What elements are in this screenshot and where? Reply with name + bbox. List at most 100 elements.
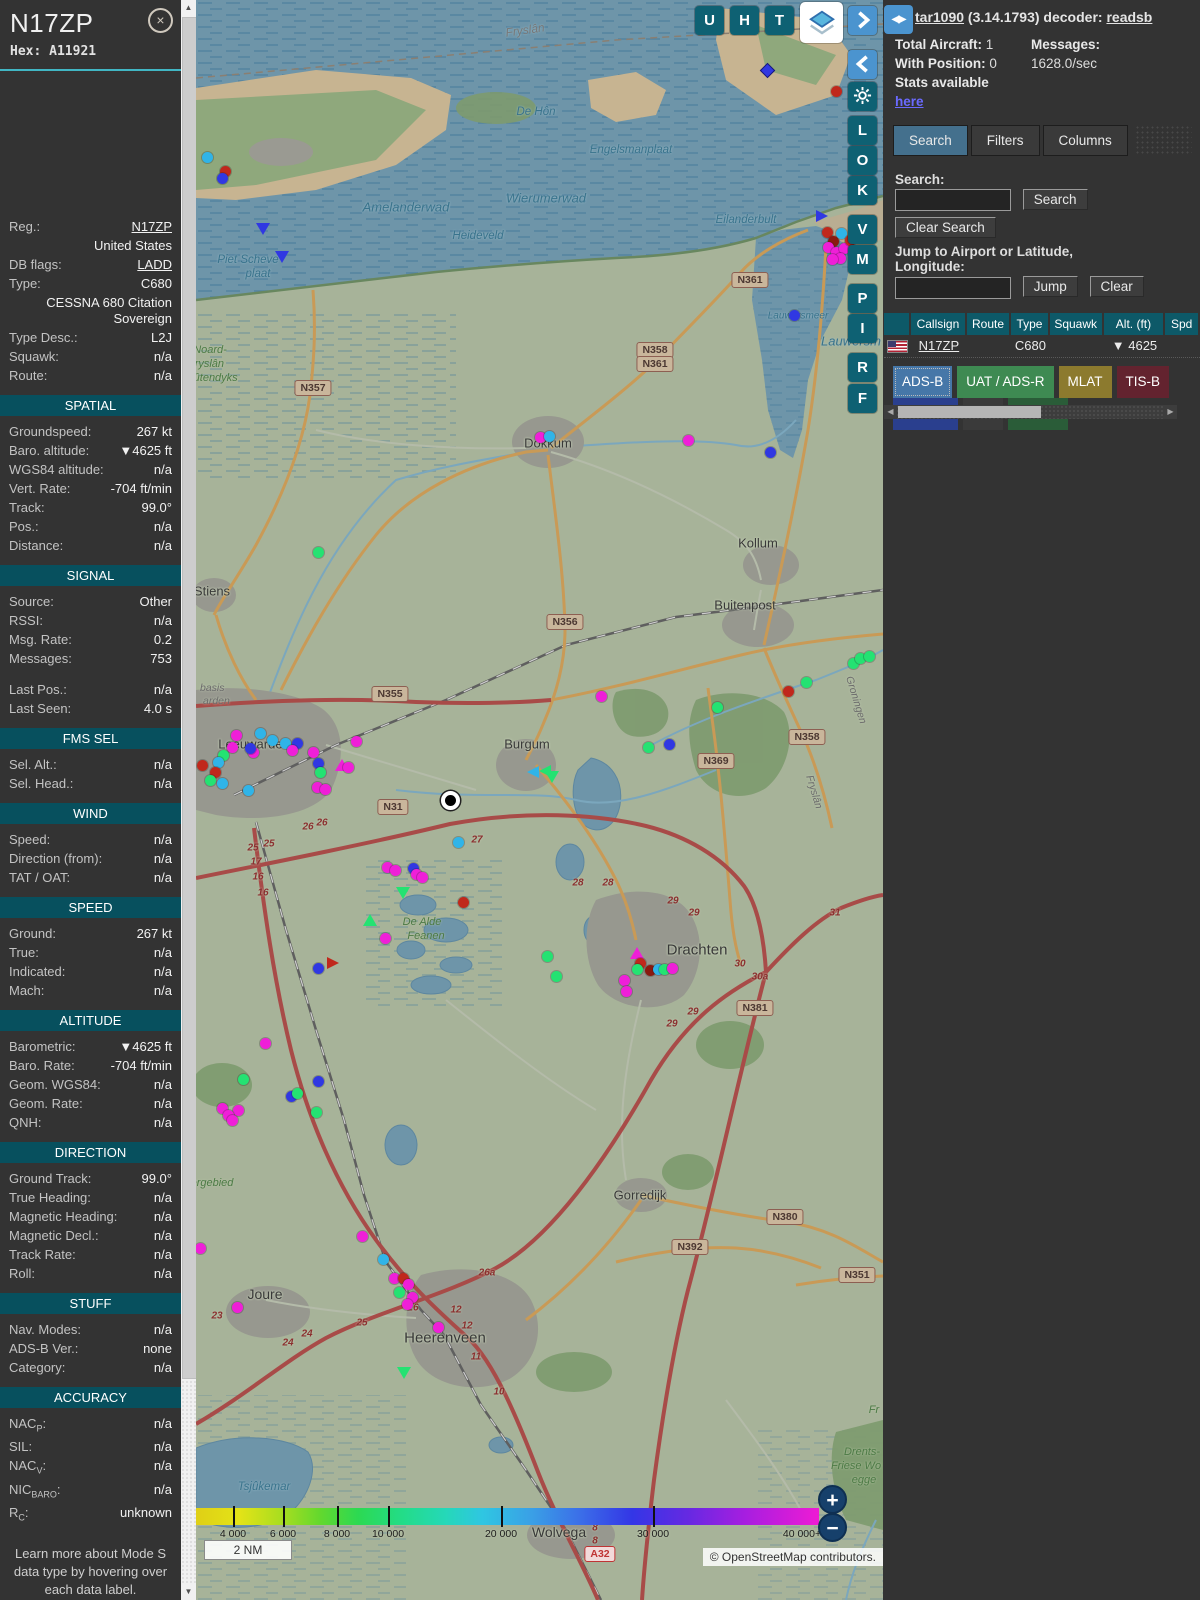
- aircraft-marker[interactable]: [378, 1254, 389, 1265]
- scrollbar-thumb[interactable]: [182, 17, 197, 1379]
- scroll-up-icon[interactable]: ▲: [181, 0, 196, 16]
- clear-search-button[interactable]: Clear Search: [895, 217, 996, 239]
- aircraft-table-row[interactable]: N17ZP C680 ▼ 4625: [884, 335, 1200, 358]
- aircraft-table-header[interactable]: Callsign Route Type Squawk Alt. (ft) Spd: [884, 312, 1200, 335]
- aircraft-marker[interactable]: [320, 784, 331, 795]
- aircraft-marker[interactable]: [527, 766, 539, 778]
- tab-filters[interactable]: Filters: [970, 125, 1040, 156]
- aircraft-marker[interactable]: [816, 210, 828, 222]
- aircraft-marker[interactable]: [621, 986, 632, 997]
- badge-ads-b[interactable]: ADS-B: [893, 365, 953, 398]
- aircraft-marker[interactable]: [313, 547, 324, 558]
- scroll-right-icon[interactable]: ▶: [1164, 405, 1177, 419]
- aircraft-marker[interactable]: [357, 1231, 368, 1242]
- aircraft-marker[interactable]: [765, 447, 776, 458]
- map-button-H[interactable]: H: [730, 6, 759, 35]
- map-button-V[interactable]: V: [848, 215, 877, 244]
- readsb-link[interactable]: readsb: [1106, 9, 1152, 25]
- aircraft-marker[interactable]: [712, 702, 723, 713]
- aircraft-marker[interactable]: [255, 728, 266, 739]
- aircraft-marker[interactable]: [275, 251, 289, 263]
- map-button-P[interactable]: P: [848, 284, 877, 313]
- aircraft-marker[interactable]: [311, 1107, 322, 1118]
- zoom-out-button[interactable]: −: [818, 1513, 847, 1542]
- map-button-M[interactable]: M: [848, 245, 877, 274]
- tab-columns[interactable]: Columns: [1042, 125, 1128, 156]
- aircraft-marker[interactable]: [313, 963, 324, 974]
- column-header-Squawk[interactable]: Squawk: [1049, 312, 1102, 335]
- aircraft-marker[interactable]: [202, 152, 213, 163]
- aircraft-marker[interactable]: [380, 933, 391, 944]
- aircraft-marker[interactable]: [664, 739, 675, 750]
- map[interactable]: Fryslân De Hôn Engelsmanplaat Amelanderwad W…: [196, 0, 883, 1600]
- column-header-Spd[interactable]: Spd: [1165, 312, 1198, 335]
- aircraft-marker[interactable]: [256, 223, 270, 235]
- aircraft-marker[interactable]: [403, 1279, 414, 1290]
- jump-clear-button[interactable]: Clear: [1089, 276, 1144, 298]
- aircraft-marker[interactable]: [632, 964, 643, 975]
- aircraft-marker[interactable]: [363, 914, 377, 926]
- tar1090-link[interactable]: tar1090: [915, 9, 964, 25]
- map-button-L[interactable]: L: [848, 116, 877, 145]
- aircraft-marker[interactable]: [351, 736, 362, 747]
- aircraft-marker[interactable]: [453, 837, 464, 848]
- column-header-Callsign[interactable]: Callsign: [911, 312, 965, 335]
- aircraft-marker[interactable]: [287, 745, 298, 756]
- map-button-T[interactable]: T: [765, 6, 794, 35]
- aircraft-marker[interactable]: [227, 1115, 238, 1126]
- column-header-Alt. (ft)[interactable]: Alt. (ft): [1103, 312, 1164, 335]
- aircraft-marker[interactable]: [643, 742, 654, 753]
- aircraft-marker[interactable]: [315, 767, 326, 778]
- aircraft-marker[interactable]: [217, 173, 228, 184]
- column-header-Route[interactable]: Route: [966, 312, 1010, 335]
- aircraft-marker[interactable]: [243, 785, 254, 796]
- map-button-F[interactable]: F: [848, 384, 877, 413]
- aircraft-marker[interactable]: [545, 771, 559, 783]
- jump-input[interactable]: [895, 276, 1011, 299]
- aircraft-marker[interactable]: [267, 735, 278, 746]
- aircraft-marker[interactable]: [683, 435, 694, 446]
- aircraft-marker[interactable]: [789, 310, 800, 321]
- aircraft-marker[interactable]: [783, 686, 794, 697]
- map-button-U[interactable]: U: [695, 6, 724, 35]
- aircraft-marker[interactable]: [313, 1076, 324, 1087]
- aircraft-marker[interactable]: [864, 651, 875, 662]
- aircraft-marker[interactable]: [308, 747, 319, 758]
- badge-tis-b[interactable]: TIS-B: [1116, 365, 1170, 398]
- table-horizontal-scrollbar[interactable]: ◀ ▶: [884, 405, 1177, 419]
- map-button-K[interactable]: K: [848, 176, 877, 205]
- column-header-Type[interactable]: Type: [1011, 312, 1048, 335]
- aircraft-marker[interactable]: [397, 1367, 411, 1379]
- aircraft-marker[interactable]: [231, 730, 242, 741]
- aircraft-marker[interactable]: [327, 957, 339, 969]
- search-button[interactable]: Search: [1022, 189, 1088, 210]
- aircraft-marker[interactable]: [827, 254, 838, 265]
- aircraft-marker[interactable]: [458, 897, 469, 908]
- aircraft-marker[interactable]: [292, 1088, 303, 1099]
- selected-aircraft-marker[interactable]: [441, 791, 460, 810]
- aircraft-marker[interactable]: [394, 1287, 405, 1298]
- detail-link[interactable]: LADD: [137, 257, 172, 272]
- aircraft-marker[interactable]: [232, 1302, 243, 1313]
- aircraft-marker[interactable]: [402, 1299, 413, 1310]
- detail-link[interactable]: N17ZP: [132, 219, 172, 234]
- left-panel-scrollbar[interactable]: ▲ ▼: [181, 0, 197, 1600]
- aircraft-marker[interactable]: [217, 778, 228, 789]
- map-next-button[interactable]: [848, 6, 877, 35]
- column-header-flag[interactable]: [884, 312, 909, 335]
- badge-uat-ads-r[interactable]: UAT / ADS-R: [957, 365, 1054, 398]
- aircraft-marker[interactable]: [596, 691, 607, 702]
- aircraft-marker[interactable]: [551, 971, 562, 982]
- aircraft-marker[interactable]: [343, 762, 354, 773]
- aircraft-marker[interactable]: [417, 872, 428, 883]
- map-button-R[interactable]: R: [848, 353, 877, 382]
- badge-mlat[interactable]: MLAT: [1058, 365, 1112, 398]
- scroll-left-icon[interactable]: ◀: [884, 405, 897, 419]
- map-button-gear[interactable]: [848, 82, 877, 111]
- stats-here-link[interactable]: here: [895, 94, 924, 109]
- aircraft-marker[interactable]: [801, 677, 812, 688]
- close-icon[interactable]: ×: [148, 8, 173, 33]
- aircraft-marker[interactable]: [227, 742, 238, 753]
- layers-button[interactable]: [800, 2, 843, 43]
- aircraft-marker[interactable]: [233, 1105, 244, 1116]
